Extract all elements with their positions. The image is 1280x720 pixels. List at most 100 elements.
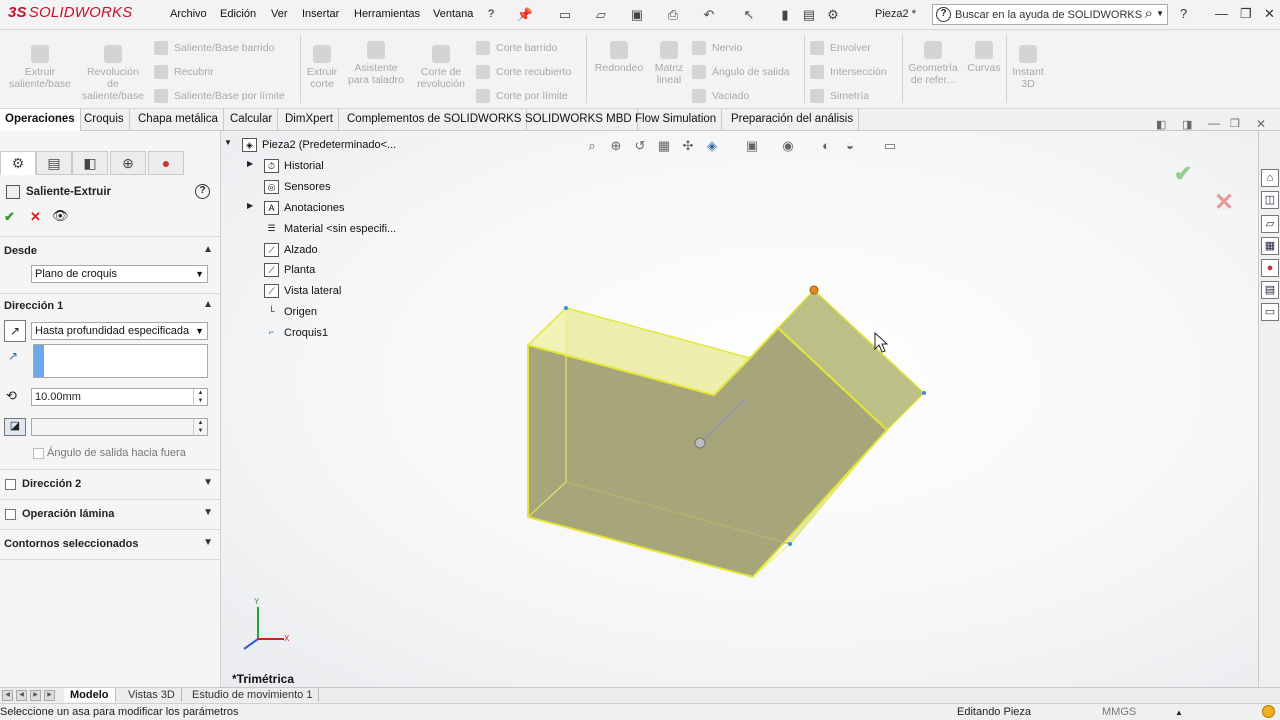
sweep-cut-button[interactable]: Corte barrido xyxy=(476,41,557,55)
file-explorer-icon[interactable]: ▱ xyxy=(1261,215,1279,233)
help-icon[interactable]: ? xyxy=(195,184,210,199)
tab-operaciones[interactable]: Operaciones xyxy=(0,109,81,131)
configuration-manager-tab-icon[interactable]: ◧ xyxy=(72,151,108,175)
property-manager-tab-icon[interactable]: ▤ xyxy=(36,151,72,175)
tab-vistas-3d[interactable]: Vistas 3D xyxy=(122,688,182,702)
rebuild-icon[interactable]: ▮ xyxy=(776,6,794,24)
linear-pattern-button[interactable]: Matriz lineal xyxy=(650,41,688,86)
select-arrow-icon[interactable]: ↖ xyxy=(740,6,758,24)
rebuild-status-icon[interactable] xyxy=(1262,705,1275,718)
tab-flow-simulation[interactable]: Flow Simulation xyxy=(630,109,723,131)
selected-contours-section-header[interactable]: Contornos seleccionados ▼ xyxy=(4,537,217,550)
undo-icon[interactable]: ↶ xyxy=(700,6,718,24)
menu-ver[interactable]: Ver xyxy=(271,8,288,20)
boundary-boss-button[interactable]: Saliente/Base por límite xyxy=(154,89,285,103)
solidworks-logo[interactable]: 3S SOLIDWORKS xyxy=(8,4,132,21)
minimize-icon[interactable]: — xyxy=(1215,6,1228,21)
chevron-down-icon[interactable]: ▼ xyxy=(203,477,213,488)
restore-icon[interactable]: ❐ xyxy=(1240,6,1252,22)
extrude-cut-button[interactable]: Extruir corte xyxy=(303,45,341,90)
direction-selection-box[interactable] xyxy=(33,344,208,378)
solidworks-resources-icon[interactable]: ⌂ xyxy=(1261,169,1279,187)
instant3d-button[interactable]: Instant 3D xyxy=(1008,45,1048,90)
thin-feature-section-header[interactable]: Operación lámina ▼ xyxy=(22,507,217,520)
doc-close-icon[interactable]: ✕ xyxy=(1256,117,1266,131)
save-icon[interactable]: ▣ xyxy=(628,6,646,24)
from-section-header[interactable]: Desde ▲ xyxy=(4,244,217,257)
fillet-button[interactable]: Redondeo xyxy=(590,41,648,74)
collapse-left-icon[interactable]: ◧ xyxy=(1156,118,1166,131)
tab-modelo[interactable]: Modelo xyxy=(64,688,116,702)
design-library-icon[interactable]: ◫ xyxy=(1261,191,1279,209)
pin-icon[interactable]: 📌 xyxy=(516,6,534,24)
draft-spinner[interactable]: ▲ ▼ xyxy=(193,419,207,435)
graphics-area[interactable]: ⌕ ⊕ ↺ ▦ ✣ ◈ ▣ ◉ ◐ ◒ ▭ ▼ ◈ Pieza2 (Predeter… xyxy=(222,131,1258,687)
revolve-cut-button[interactable]: Corte de revolución xyxy=(412,45,470,90)
reverse-direction-icon[interactable]: ↗ xyxy=(4,320,26,342)
depth-input[interactable]: 10.00mm ▲ ▼ xyxy=(31,388,208,406)
shell-button[interactable]: Vaciado xyxy=(692,89,749,103)
menu-archivo[interactable]: Archivo xyxy=(170,8,207,20)
tab-chapa-metalica[interactable]: Chapa metálica xyxy=(133,109,224,131)
tab-preparacion-analisis[interactable]: Preparación del análisis xyxy=(726,109,860,131)
tab-estudio-movimiento[interactable]: Estudio de movimiento 1 xyxy=(186,688,320,702)
doc-restore-icon[interactable]: ❐ xyxy=(1230,117,1240,130)
direction1-section-header[interactable]: Dirección 1 ▲ xyxy=(4,299,217,312)
appearances-icon[interactable]: ● xyxy=(1261,259,1279,277)
wrap-button[interactable]: Envolver xyxy=(810,41,871,55)
next-tab-icon[interactable]: ▶ xyxy=(30,690,41,701)
help-menu-icon[interactable]: ? xyxy=(1180,6,1187,21)
tab-croquis[interactable]: Croquis xyxy=(79,109,130,131)
intersect-button[interactable]: Intersección xyxy=(810,65,887,79)
units-selector[interactable]: MMGS xyxy=(1102,706,1136,718)
reference-geometry-button[interactable]: Geometría de refer... xyxy=(905,41,961,86)
rib-button[interactable]: Nervio xyxy=(692,41,742,55)
chevron-down-icon[interactable]: ▼ xyxy=(203,537,213,548)
extrude-boss-button[interactable]: Extruir saliente/base xyxy=(6,45,74,90)
mirror-button[interactable]: Simetría xyxy=(810,89,869,103)
display-manager-tab-icon[interactable]: ● xyxy=(148,151,184,175)
chevron-down-icon[interactable]: ▼ xyxy=(1156,9,1164,18)
draft-angle-input[interactable]: ▲ ▼ xyxy=(31,418,208,436)
end-condition-select[interactable]: Hasta profundidad especificada ▼ xyxy=(31,322,208,340)
draft-outward-checkbox[interactable] xyxy=(33,448,44,459)
custom-properties-icon[interactable]: ▤ xyxy=(1261,281,1279,299)
thin-feature-checkbox[interactable] xyxy=(5,509,16,520)
dimxpert-manager-tab-icon[interactable]: ⊕ xyxy=(110,151,146,175)
search-icon[interactable]: ⌕ xyxy=(1145,5,1153,22)
menu-insertar[interactable]: Insertar xyxy=(302,8,339,20)
chevron-up-icon[interactable]: ▲ xyxy=(1175,708,1183,717)
depth-spinner[interactable]: ▲ ▼ xyxy=(193,389,207,405)
file-properties-icon[interactable]: ▤ xyxy=(800,6,818,24)
sweep-boss-button[interactable]: Saliente/Base barrido xyxy=(154,41,274,55)
boundary-cut-button[interactable]: Corte por límite xyxy=(476,89,568,103)
collapse-right-icon[interactable]: ◨ xyxy=(1182,118,1192,131)
direction2-checkbox[interactable] xyxy=(5,479,16,490)
prev-tab-icon[interactable]: ◀ xyxy=(16,690,27,701)
extrude-preview-model[interactable] xyxy=(222,131,1258,687)
chevron-up-icon[interactable]: ▲ xyxy=(203,244,213,255)
close-icon[interactable]: ✕ xyxy=(1264,6,1275,22)
hole-wizard-button[interactable]: Asistente para taladro xyxy=(344,41,408,86)
tab-complementos[interactable]: Complementos de SOLIDWORKS xyxy=(342,109,528,131)
draft-toggle-icon[interactable]: ◪ xyxy=(4,418,26,436)
view-palette-icon[interactable]: ▦ xyxy=(1261,237,1279,255)
draft-button[interactable]: Ángulo de salida xyxy=(692,65,790,79)
last-tab-icon[interactable]: ▶ xyxy=(44,690,55,701)
revolve-boss-button[interactable]: Revolución de saliente/base xyxy=(80,45,146,102)
cancel-x-icon[interactable]: ✕ xyxy=(30,209,41,225)
preview-eye-icon[interactable]: 👁 xyxy=(52,208,69,224)
menu-edicion[interactable]: Edición xyxy=(220,8,256,20)
loft-boss-button[interactable]: Recubrir xyxy=(154,65,214,79)
tab-solidworks-mbd[interactable]: SOLIDWORKS MBD xyxy=(520,109,638,131)
chevron-down-icon[interactable]: ▼ xyxy=(203,507,213,518)
from-select[interactable]: Plano de croquis ▼ xyxy=(31,265,208,283)
new-document-icon[interactable]: ▭ xyxy=(556,6,574,24)
curves-button[interactable]: Curvas xyxy=(964,41,1004,74)
doc-minimize-icon[interactable]: — xyxy=(1208,116,1220,130)
menu-ventana[interactable]: Ventana xyxy=(433,8,473,20)
tab-dimxpert[interactable]: DimXpert xyxy=(280,109,339,131)
ok-check-icon[interactable]: ✔ xyxy=(4,209,15,225)
chevron-up-icon[interactable]: ▲ xyxy=(203,299,213,310)
menu-herramientas[interactable]: Herramientas xyxy=(354,8,420,20)
